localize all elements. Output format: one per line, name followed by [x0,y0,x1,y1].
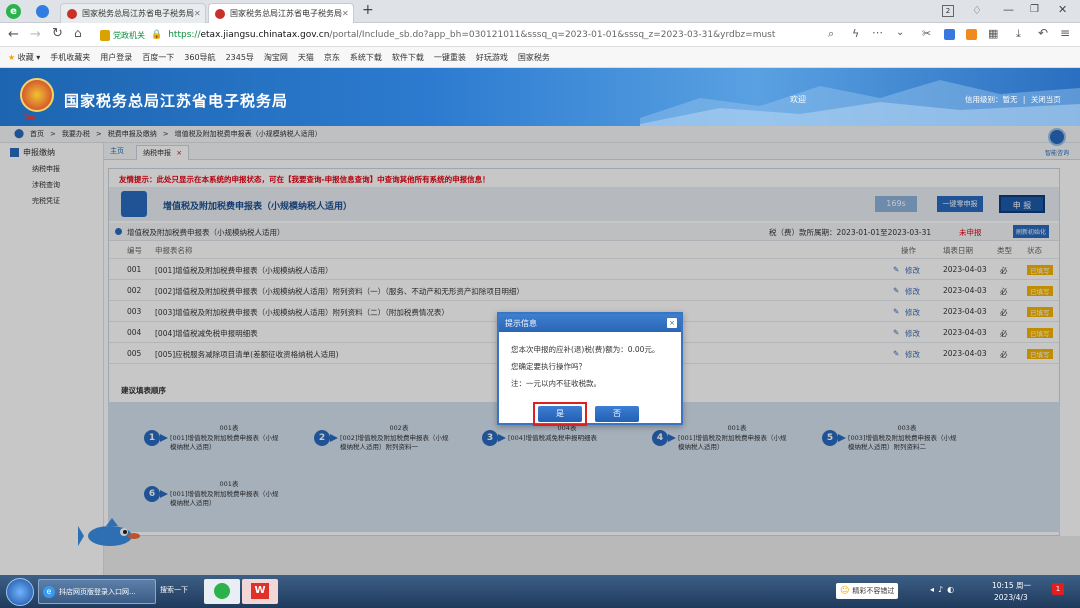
dialog-amount: 您本次申报的应补(退)税(费)额为：0.00元。 [511,345,660,354]
taskbar-item-wps[interactable]: W [242,579,278,604]
security-badge: 党政机关 [113,30,145,40]
browser-tab-title: 国家税务总局江苏省电子税务局 [230,9,342,18]
new-tab-button[interactable]: + [362,2,374,18]
browser-logo-icon[interactable]: e [6,4,21,19]
shirt-icon[interactable]: ♢ [972,4,982,17]
taskbar: e 抖店网页版登录入口网... 搜索一下 W ☺ 精彩不容错过 ◂♪◐ 10:1… [0,575,1080,608]
undo-icon[interactable]: ↶ [1038,26,1048,40]
star-icon: ★ [8,52,16,62]
home-icon[interactable]: ⌂ [74,26,82,40]
bookmark-item[interactable]: 京东 [324,52,340,63]
lock-icon: 🔒 [151,30,163,40]
yes-button[interactable]: 是 [538,406,582,422]
site-title: 国家税务总局江苏省电子税务局 [64,92,289,110]
smile-icon: ☺ [840,586,850,596]
close-icon[interactable]: ✕ [342,9,349,18]
extension-icon[interactable] [944,29,955,40]
url-prefix: https:// [168,30,201,40]
url-domain: etax.jiangsu.chinatax.gov.cn [200,30,330,40]
header-separator: | [1022,95,1026,104]
ime-status[interactable]: ☺ 精彩不容错过 [836,583,899,599]
url-path: /portal/Include_sb.do?app_bh=030121011&s… [329,30,776,40]
bookmark-item[interactable]: 软件下载 [392,52,424,63]
back-icon[interactable]: ← [8,27,19,42]
menu-icon[interactable]: ≡ [1060,26,1070,40]
logo-caption: Tax [24,114,36,121]
clock-date[interactable]: 2023/4/3 [994,593,1028,602]
notification-badge[interactable]: 1 [1052,583,1064,595]
bookmark-item[interactable]: 手机收藏夹 [50,52,90,63]
cut-icon[interactable]: ✂ [922,27,931,40]
bookmark-item[interactable]: 淘宝网 [264,52,288,63]
taskbar-search[interactable]: 搜索一下 [160,585,188,595]
taskbar-item-360[interactable] [204,579,240,604]
apps-grid-icon[interactable]: ▦ [988,27,998,40]
fox-icon[interactable] [966,29,977,40]
close-page-link[interactable]: 关闭当页 [1031,95,1061,104]
bookmark-item[interactable]: 百度一下 [142,52,174,63]
start-button[interactable] [6,578,34,606]
bookmark-item[interactable]: 国家税务 [518,52,550,63]
tax-emblem-icon [215,8,225,19]
bookmark-item[interactable]: 好玩游戏 [476,52,508,63]
reload-icon[interactable]: ↻ [52,26,63,41]
chevron-down-icon[interactable]: ⌄ [896,27,904,38]
maximize-icon[interactable]: ❐ [1030,4,1039,15]
tax-emblem-icon [67,8,77,19]
browser-tab-strip: e 国家税务总局江苏省电子税务局 ✕ 国家税务总局江苏省电子税务局 ✕ + 2 … [0,0,1080,23]
dialog-note: 注：一元以内不征收税款。 [511,379,601,388]
close-icon[interactable]: × [667,318,677,328]
bookmark-item[interactable]: 2345导 [226,52,254,63]
url-field[interactable]: 党政机关 🔒 https:// etax.jiangsu.chinatax.go… [96,26,816,44]
dialog-title: 提示信息 [505,318,537,328]
address-toolbar: ← → ↻ ⌂ 党政机关 🔒 https:// etax.jiangsu.chi… [0,23,1080,47]
dialog-titlebar: 提示信息 × [499,314,681,332]
credit-level: 信用级别：暂无 [965,95,1018,104]
taskbar-item-label: 抖店网页版登录入口网... [59,587,136,596]
bookmark-item[interactable]: 用户登录 [100,52,132,63]
dialog-confirm-text: 您确定要执行操作吗？ [511,362,586,371]
welcome-text: 欢迎 [790,95,806,104]
no-button[interactable]: 否 [595,406,639,422]
360-browser-icon [214,583,230,599]
browser-tab-2[interactable]: 国家税务总局江苏省电子税务局 ✕ [208,3,354,23]
tax-emblem-logo [20,78,54,112]
flash-icon[interactable]: ϟ [852,27,859,40]
window-count-badge[interactable]: 2 [942,5,954,17]
favorites-icon[interactable] [36,5,49,18]
bookmark-item[interactable]: 系统下载 [350,52,382,63]
bookmark-item[interactable]: 一键重装 [434,52,466,63]
wps-icon: W [251,583,269,599]
site-banner: Tax 国家税务总局江苏省电子税务局 欢迎 信用级别：暂无 | 关闭当页 [0,68,1080,126]
more-icon[interactable]: ⋯ [872,26,883,39]
ie-icon: e [43,585,55,598]
minimize-icon[interactable]: — [1003,3,1014,16]
confirm-dialog: 提示信息 × 您本次申报的应补(退)税(费)额为：0.00元。 您确定要执行操作… [497,312,683,426]
close-icon[interactable]: ✕ [194,9,201,18]
taskbar-item-browser[interactable]: e 抖店网页版登录入口网... [38,579,156,604]
bookmark-item[interactable]: 360导航 [184,52,215,63]
tray-icons[interactable]: ◂♪◐ [930,585,958,594]
browser-tab-title: 国家税务总局江苏省电子税务局 [82,9,194,18]
bookmark-favorites[interactable]: ★ 收藏 ▾ [8,52,40,63]
clock-time[interactable]: 10:15 周一 [992,580,1031,591]
gov-shield-icon [100,29,110,41]
header-links: 信用级别：暂无 | 关闭当页 [965,94,1061,105]
download-icon[interactable]: ⤓ [1016,27,1021,41]
close-window-icon[interactable]: ✕ [1058,3,1067,16]
ime-label: 精彩不容错过 [852,587,895,595]
forward-icon[interactable]: → [30,27,41,42]
bookmark-item[interactable]: 天猫 [298,52,314,63]
search-icon[interactable]: ⌕ [828,27,834,41]
browser-tab-1[interactable]: 国家税务总局江苏省电子税务局 ✕ [60,3,206,23]
bookmarks-bar: ★ 收藏 ▾ 手机收藏夹 用户登录 百度一下 360导航 2345导 淘宝网 天… [0,47,1080,68]
